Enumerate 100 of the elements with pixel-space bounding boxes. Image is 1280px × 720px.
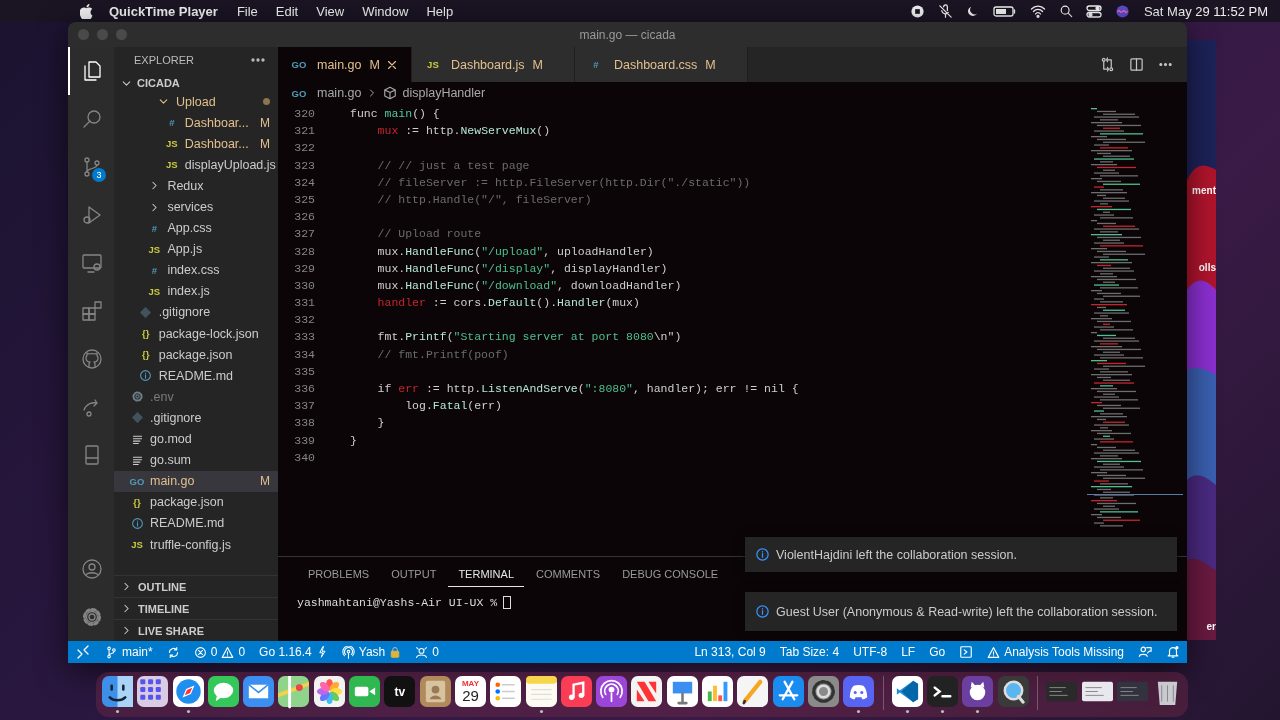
source-control-tab[interactable]: 3	[68, 143, 114, 191]
tree-node[interactable]: .env	[114, 386, 278, 408]
menu-item[interactable]: View	[307, 3, 354, 19]
tree-node[interactable]: {} package.json	[114, 491, 278, 513]
error-icon	[193, 645, 207, 659]
code-line: }	[350, 432, 357, 449]
problems-status[interactable]: 0 0	[186, 641, 253, 663]
battery-icon[interactable]	[992, 3, 1017, 19]
broadcast-icon	[341, 645, 355, 659]
line-number: 328	[293, 243, 315, 260]
menu-item[interactable]: File	[227, 3, 267, 19]
split-editor-icon[interactable]	[1129, 57, 1144, 72]
code-editor-icon[interactable]	[891, 676, 923, 713]
editor-tab[interactable]: JS Dashboard.js M	[411, 47, 575, 82]
compass-icon[interactable]	[172, 676, 204, 713]
tree-node[interactable]: JS Dashboar... M	[114, 133, 278, 155]
breadcrumb-item[interactable]: main.go	[317, 86, 362, 100]
tree-node[interactable]: {} package-lock.json	[114, 323, 278, 345]
css-file-icon: #	[589, 59, 603, 70]
live-share-status[interactable]: Yash	[334, 641, 409, 663]
app-menu[interactable]: QuickTime Player	[109, 3, 228, 19]
remote-icon	[75, 644, 91, 660]
status-item[interactable]: Ln 313, Col 9	[687, 641, 773, 663]
panel-tab[interactable]: OUTPUT	[381, 560, 447, 587]
status-item[interactable]: LF	[894, 641, 923, 663]
code-line: // fmt.Printf(poof)	[376, 346, 509, 363]
css-file-icon: #	[147, 222, 162, 234]
tree-node[interactable]: go.sum	[114, 449, 278, 471]
status-item[interactable]: Go	[922, 641, 953, 663]
code-line: // // just a test page	[376, 157, 530, 174]
line-number: 327	[293, 226, 315, 243]
js-file-icon: JS	[164, 138, 179, 150]
analysis-tools-status[interactable]: Analysis Tools Missing	[980, 641, 1131, 663]
go-file-icon: GO	[130, 475, 144, 487]
menu-item[interactable]: Window	[353, 3, 418, 19]
tree-node[interactable]: JS index.js	[114, 280, 278, 302]
tree-node[interactable]: # App.css	[114, 217, 278, 239]
line-number: 320	[293, 106, 315, 122]
terminal-app-icon[interactable]	[927, 676, 959, 713]
lock-icon	[389, 646, 402, 658]
panel-tab[interactable]: TERMINAL	[448, 560, 524, 587]
sync-icon	[166, 645, 180, 659]
tree-node[interactable]: GO main.go M	[114, 470, 278, 492]
editor-tab[interactable]: # Dashboard.css M	[575, 47, 748, 82]
folder-node[interactable]: services	[114, 196, 278, 218]
diamond-icon	[130, 411, 144, 425]
code-line: // fileServer := http.FileServer(http.Dir("./static"))	[376, 174, 751, 191]
tree-node[interactable]: # index.css	[114, 259, 278, 281]
notepad-icon[interactable]	[525, 676, 557, 713]
tree-node[interactable]: JS displayUpload.js	[114, 154, 278, 176]
info-icon	[139, 369, 153, 383]
folder-node[interactable]: Upload	[114, 91, 278, 113]
panel-tab[interactable]: COMMENTS	[526, 560, 611, 587]
github-icon	[80, 347, 104, 371]
tree-node[interactable]: JS App.js	[114, 238, 278, 260]
code-line: handler := cors.Default().Handler(mux)	[376, 295, 640, 312]
tree-node[interactable]: go.mod	[114, 428, 278, 450]
apple-logo-icon[interactable]	[80, 3, 93, 19]
microphone-off-icon[interactable]	[937, 3, 953, 19]
line-number: 338	[293, 415, 315, 432]
branch-icon	[105, 645, 118, 659]
cat-icon[interactable]	[962, 676, 994, 713]
tree-node[interactable]: .gitignore	[114, 301, 278, 324]
game-controller-icon[interactable]	[843, 676, 875, 713]
wifi-icon[interactable]	[1029, 3, 1046, 19]
editor-tab[interactable]: GO main.go M	[278, 47, 412, 82]
folder-node[interactable]: Redux	[114, 175, 278, 197]
css-file-icon: #	[164, 117, 179, 129]
js-file-icon: JS	[164, 159, 179, 171]
tree-node[interactable]: JS truffle-config.js	[114, 533, 278, 556]
tree-node[interactable]: README.md	[114, 512, 278, 534]
tree-node[interactable]: # Dashboar... M	[114, 112, 278, 134]
clock[interactable]: Sat May 29 11:52 PM	[1143, 3, 1268, 19]
record-icon[interactable]	[909, 3, 925, 19]
line-number: 335	[293, 363, 315, 380]
code-line: // http.Handle("/", fileServer)	[376, 191, 592, 208]
panel-tab[interactable]: PROBLEMS	[298, 560, 380, 587]
control-center-icon[interactable]	[1085, 3, 1102, 19]
status-item[interactable]: UTF-8	[846, 641, 895, 663]
go-version-status[interactable]: Go 1.16.4	[252, 641, 335, 663]
tree-node[interactable]: .gitignore	[114, 407, 278, 429]
branch-status[interactable]: main*	[98, 641, 160, 663]
tree-node[interactable]: README.md	[114, 365, 278, 387]
siri-icon[interactable]	[1114, 3, 1130, 19]
notification-message: ViolentHajdini left the collaboration session.	[776, 547, 1017, 562]
code-line: log.Fatal(err)	[404, 398, 502, 415]
participants-status[interactable]: 0	[408, 641, 446, 663]
code-line: // Upload route	[376, 226, 482, 243]
line-number: 325	[293, 191, 315, 208]
menu-item[interactable]: Edit	[266, 3, 308, 19]
compare-changes-icon[interactable]	[1100, 57, 1115, 72]
panel-tab[interactable]: DEBUG CONSOLE	[612, 560, 729, 587]
status-item[interactable]: Tab Size: 4	[772, 641, 847, 663]
tree-node[interactable]: {} package.json	[114, 344, 278, 366]
search-icon[interactable]	[1058, 4, 1073, 18]
breadcrumb-item[interactable]: displayHandler	[402, 86, 486, 100]
workspace-folder[interactable]: CICADA	[114, 72, 278, 94]
line-number: 339	[293, 432, 315, 449]
menu-item[interactable]: Help	[417, 3, 463, 19]
line-number: 333	[293, 329, 315, 346]
